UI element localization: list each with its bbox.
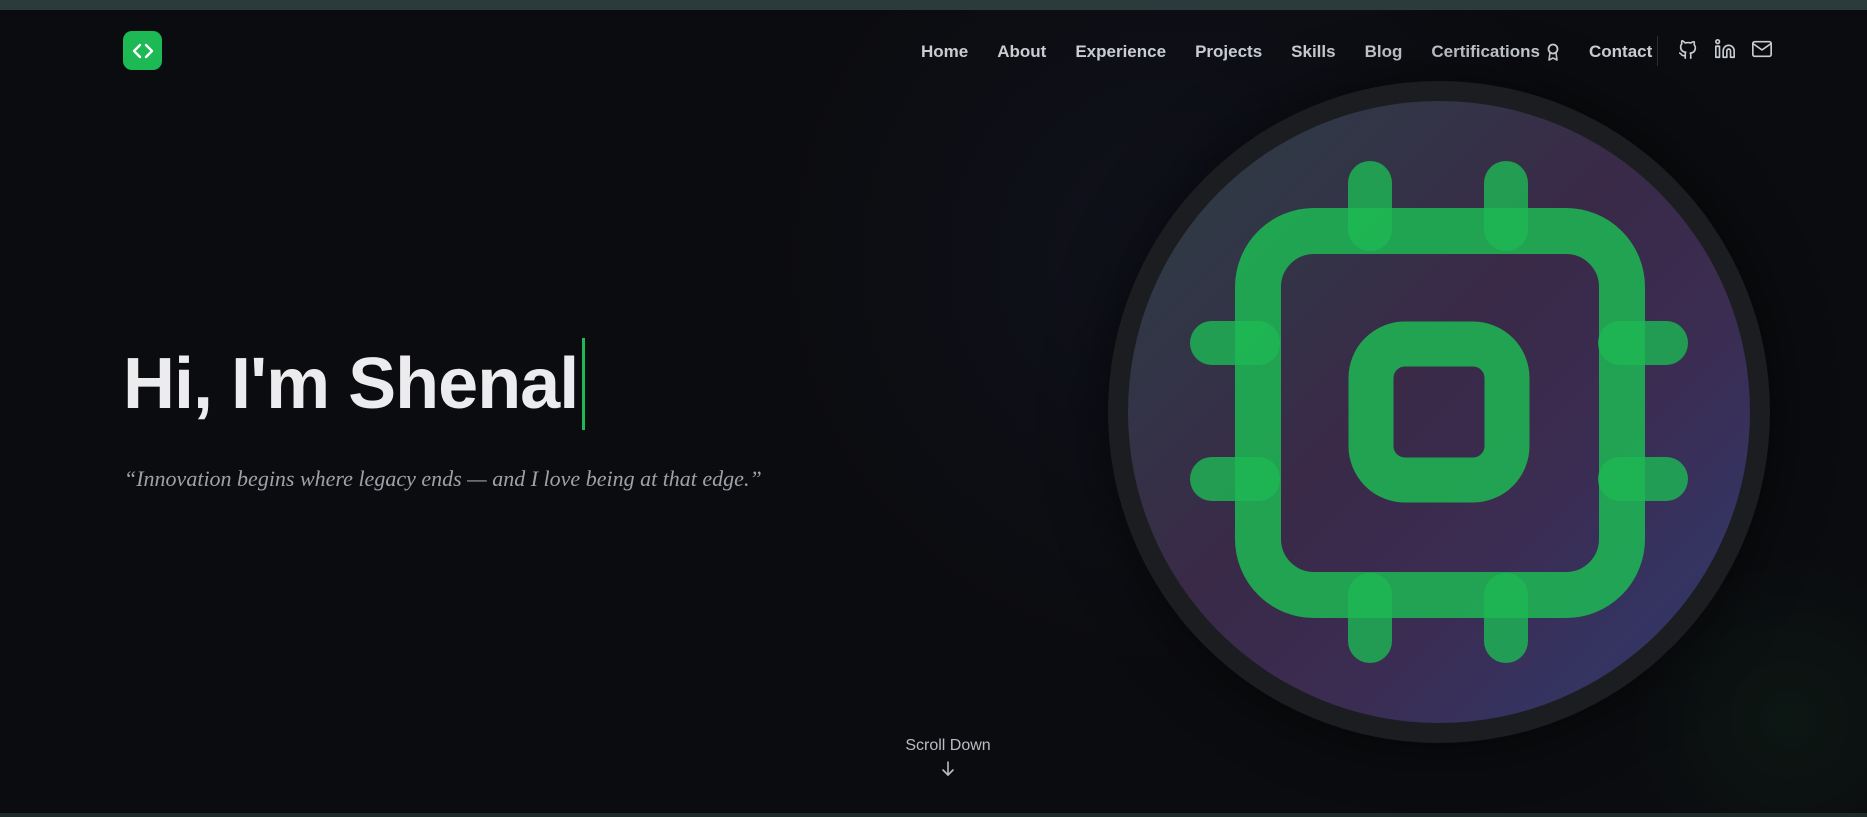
nav-blog[interactable]: Blog [1365,42,1403,62]
nav-divider [1657,36,1658,66]
hero-headline: Hi, I'm Shenal [123,338,586,430]
headline-text: Hi, I'm Shenal [123,344,579,424]
typing-caret [582,338,586,430]
linkedin-icon[interactable] [1714,38,1736,60]
nav-certifications[interactable]: Certifications [1431,42,1560,62]
nav-projects[interactable]: Projects [1195,42,1262,62]
nav-contact[interactable]: Contact [1589,42,1652,62]
cpu-chip-icon [1190,161,1688,663]
code-brackets-icon [132,43,153,58]
scroll-down-label: Scroll Down [905,737,991,754]
github-icon[interactable] [1677,38,1699,60]
main-nav: Home About Experience Projects Skills Bl… [921,40,1681,64]
nav-about[interactable]: About [997,42,1046,62]
hero-illustration-inner [1128,101,1750,723]
nav-experience[interactable]: Experience [1075,42,1166,62]
nav-home[interactable]: Home [921,42,968,62]
arrow-down-icon [942,761,954,776]
nav-skills[interactable]: Skills [1291,42,1335,62]
social-links [1677,38,1788,60]
award-icon [1546,43,1560,61]
hero-illustration [1108,81,1770,743]
bottom-strip [0,813,1867,817]
scroll-down-button[interactable]: Scroll Down [903,737,993,777]
logo-button[interactable] [123,31,162,70]
page: Home About Experience Projects Skills Bl… [0,0,1867,817]
mail-icon[interactable] [1751,38,1773,60]
top-accent-strip [0,0,1867,10]
nav-certifications-label: Certifications [1431,42,1540,61]
hero-quote: “Innovation begins where legacy ends — a… [124,466,762,491]
